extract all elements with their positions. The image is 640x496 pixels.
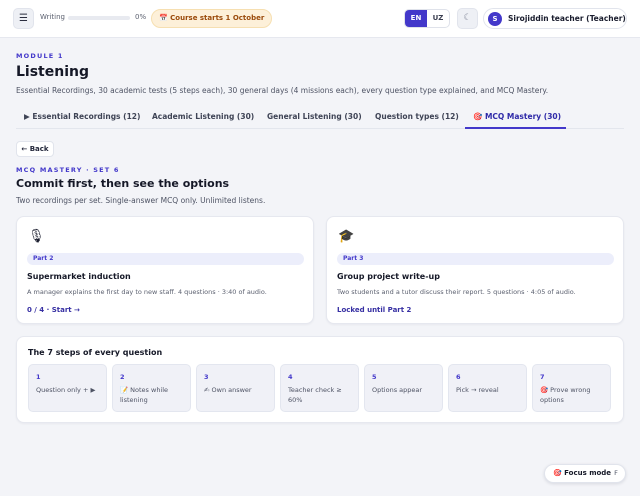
hamburger-icon: ☰ [19, 13, 28, 24]
menu-button[interactable]: ☰ [13, 8, 34, 29]
step-text: Options appear [372, 386, 423, 394]
card-description: Two students and a tutor discuss their r… [337, 288, 576, 296]
set-title: Commit first, then see the options [16, 177, 230, 190]
top-bar: ☰ Writing 0% 📅 Course starts 1 October E… [0, 0, 640, 38]
step-card: 1 Question only + ▶ [28, 364, 107, 412]
step-text: 🎯 Prove wrong options [540, 386, 591, 404]
tab-general-listening[interactable]: General Listening (30) [267, 112, 362, 121]
avatar: S [488, 12, 502, 26]
course-start-banner: 📅 Course starts 1 October [151, 9, 273, 28]
user-name: Sirojiddin teacher (Teacher) [508, 14, 626, 23]
user-menu[interactable]: S Sirojiddin teacher (Teacher) [483, 8, 627, 29]
microphone-icon: 🎙 [28, 229, 45, 244]
step-number: 6 [456, 373, 461, 381]
tab-essential-recordings[interactable]: ▶ Essential Recordings (12) [24, 112, 140, 121]
set-description: Two recordings per set. Single-answer MC… [16, 196, 266, 205]
steps-panel: The 7 steps of every question 1 Question … [16, 336, 624, 423]
part-badge: Part 2 [27, 253, 304, 265]
moon-icon: ☾ [463, 13, 472, 23]
language-en-button[interactable]: EN [405, 10, 427, 27]
module-label: MODULE 1 [16, 52, 64, 60]
card-description: A manager explains the first day to new … [27, 288, 267, 296]
back-button[interactable]: ← Back [16, 141, 54, 157]
step-number: 2 [120, 373, 125, 381]
step-card: 5 Options appear [364, 364, 443, 412]
step-number: 4 [288, 373, 293, 381]
focus-mode-shortcut: F [614, 469, 618, 477]
card-title: Group project write-up [337, 272, 440, 281]
step-card: 3 ✍ Own answer [196, 364, 275, 412]
page-description: Essential Recordings, 30 academic tests … [16, 86, 549, 95]
focus-mode-button[interactable]: 🎯 Focus mode F [544, 464, 626, 483]
step-card: 4 Teacher check ≥ 60% [280, 364, 359, 412]
recording-card-part-2[interactable]: 🎙 Part 2 Supermarket induction A manager… [16, 216, 314, 324]
step-number: 1 [36, 373, 41, 381]
card-title: Supermarket induction [27, 272, 131, 281]
step-card: 7 🎯 Prove wrong options [532, 364, 611, 412]
step-number: 7 [540, 373, 545, 381]
theme-toggle-button[interactable]: ☾ [457, 8, 478, 29]
step-number: 3 [204, 373, 209, 381]
language-toggle[interactable]: EN UZ [404, 9, 450, 28]
steps-title: The 7 steps of every question [28, 348, 163, 357]
graduation-cap-icon: 🎓 [338, 229, 355, 244]
writing-progress-percent: 0% [135, 13, 147, 21]
step-card: 2 📝 Notes while listening [112, 364, 191, 412]
recording-card-part-3: 🎓 Part 3 Group project write-up Two stud… [326, 216, 624, 324]
step-number: 5 [372, 373, 377, 381]
step-card: 6 Pick → reveal [448, 364, 527, 412]
start-link[interactable]: 0 / 4 · Start → [27, 306, 80, 314]
step-text: Teacher check ≥ 60% [288, 386, 342, 404]
part-badge: Part 3 [337, 253, 614, 265]
tab-question-types[interactable]: Question types (12) [375, 112, 459, 121]
tab-mcq-mastery[interactable]: 🎯 MCQ Mastery (30) [473, 112, 561, 121]
step-text: Pick → reveal [456, 386, 499, 394]
writing-progress-bar [68, 16, 130, 20]
tab-academic-listening[interactable]: Academic Listening (30) [152, 112, 254, 121]
module-tabs: ▶ Essential Recordings (12) Academic Lis… [16, 108, 624, 129]
step-text: ✍ Own answer [204, 386, 252, 394]
writing-label: Writing [40, 13, 65, 21]
active-tab-indicator [465, 127, 566, 129]
language-uz-button[interactable]: UZ [427, 10, 449, 27]
step-text: 📝 Notes while listening [120, 386, 169, 404]
focus-mode-label: 🎯 Focus mode [553, 469, 612, 477]
step-text: Question only + ▶ [36, 386, 96, 394]
page-title: Listening [16, 64, 89, 80]
locked-status: Locked until Part 2 [337, 306, 412, 314]
set-label: MCQ MASTERY · SET 6 [16, 166, 120, 174]
